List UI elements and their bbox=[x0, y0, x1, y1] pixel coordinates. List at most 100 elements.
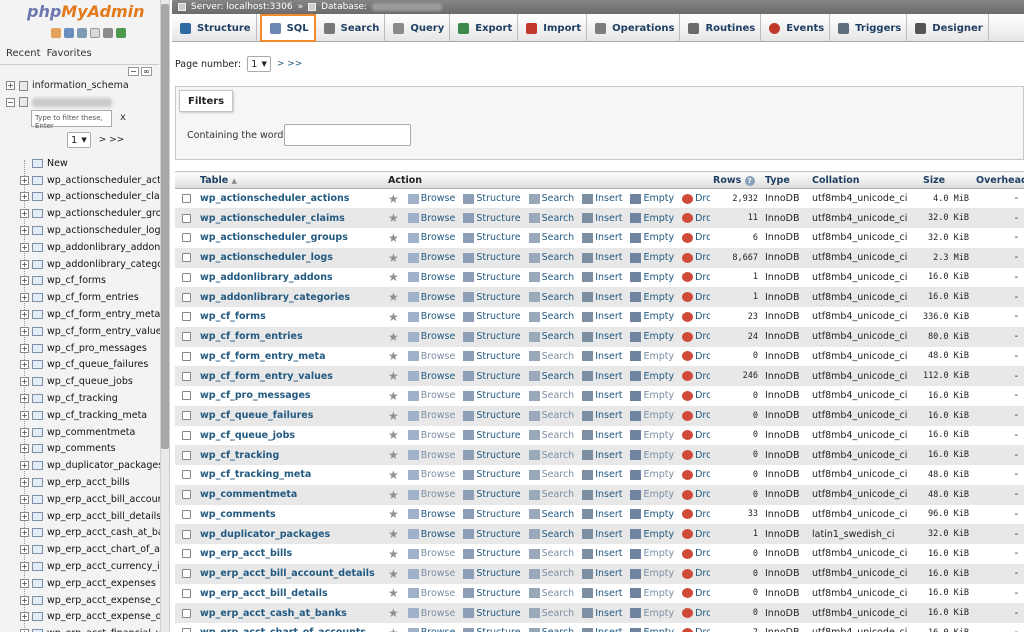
action-insert[interactable]: Insert bbox=[582, 410, 622, 421]
action-drop[interactable]: Drop bbox=[682, 331, 710, 342]
action-insert[interactable]: Insert bbox=[582, 252, 622, 263]
action-empty[interactable]: Empty bbox=[630, 213, 674, 224]
reload-icon[interactable] bbox=[116, 28, 126, 38]
action-empty[interactable]: Empty bbox=[630, 509, 674, 520]
action-search[interactable]: Search bbox=[528, 450, 574, 461]
expand-icon[interactable]: + bbox=[20, 310, 29, 320]
table-name-link[interactable]: wp_addonlibrary_addons bbox=[200, 272, 333, 283]
action-insert[interactable]: Insert bbox=[582, 292, 622, 303]
tab-operations[interactable]: Operations bbox=[587, 14, 681, 42]
action-search[interactable]: Search bbox=[528, 311, 574, 322]
table-name-link[interactable]: wp_cf_pro_messages bbox=[200, 390, 311, 401]
action-search[interactable]: Search bbox=[528, 627, 574, 632]
action-empty[interactable]: Empty bbox=[630, 529, 674, 540]
action-insert[interactable]: Insert bbox=[582, 489, 622, 500]
action-drop[interactable]: Drop bbox=[682, 568, 710, 579]
action-insert[interactable]: Insert bbox=[582, 390, 622, 401]
tree-item-label[interactable]: wp_erp_acct_currency_info bbox=[47, 561, 160, 572]
action-empty[interactable]: Empty bbox=[630, 351, 674, 362]
tree-item-table[interactable]: + wp_addonlibrary_categories bbox=[0, 256, 160, 273]
favorite-star-icon[interactable]: ★ bbox=[388, 291, 399, 303]
action-drop[interactable]: Drop bbox=[682, 390, 710, 401]
action-empty[interactable]: Empty bbox=[630, 193, 674, 204]
row-checkbox[interactable] bbox=[182, 253, 191, 263]
row-checkbox[interactable] bbox=[182, 549, 191, 559]
action-insert[interactable]: Insert bbox=[582, 529, 622, 540]
table-name-link[interactable]: wp_erp_acct_chart_of_accounts bbox=[200, 627, 366, 632]
home-icon[interactable] bbox=[51, 28, 61, 38]
tree-db-information-schema[interactable]: + information_schema bbox=[6, 80, 129, 91]
expand-icon[interactable]: + bbox=[20, 226, 29, 236]
expand-icon[interactable]: + bbox=[20, 612, 29, 622]
action-search[interactable]: Search bbox=[528, 509, 574, 520]
tree-item-table[interactable]: + wp_erp_acct_currency_info bbox=[0, 558, 160, 575]
collapse-icon[interactable]: − bbox=[6, 97, 15, 107]
favorite-star-icon[interactable]: ★ bbox=[388, 390, 399, 402]
action-structure[interactable]: Structure bbox=[463, 292, 521, 303]
table-name-link[interactable]: wp_cf_form_entry_values bbox=[200, 371, 333, 382]
table-name-link[interactable]: wp_actionscheduler_claims bbox=[200, 213, 345, 224]
tree-item-label[interactable]: wp_erp_acct_bills bbox=[47, 477, 130, 488]
action-structure[interactable]: Structure bbox=[463, 193, 521, 204]
favorite-star-icon[interactable]: ★ bbox=[388, 311, 399, 323]
breadcrumb-database[interactable]: Database: bbox=[321, 2, 367, 12]
action-browse[interactable]: Browse bbox=[407, 430, 455, 441]
db-name[interactable]: information_schema bbox=[32, 80, 129, 91]
expand-icon[interactable]: + bbox=[20, 427, 29, 437]
action-empty[interactable]: Empty bbox=[630, 292, 674, 303]
expand-icon[interactable]: + bbox=[20, 578, 29, 588]
tab-import[interactable]: Import bbox=[518, 14, 588, 42]
tree-item-table[interactable]: + wp_commentmeta bbox=[0, 424, 160, 441]
tree-item-label[interactable]: wp_erp_acct_chart_of_acc bbox=[47, 544, 160, 555]
table-name-link[interactable]: wp_cf_queue_failures bbox=[200, 410, 313, 421]
tree-item-label[interactable]: wp_addonlibrary_categories bbox=[47, 259, 160, 270]
tree-item-table[interactable]: + wp_duplicator_packages bbox=[0, 457, 160, 474]
expand-icon[interactable]: + bbox=[20, 511, 29, 521]
tree-item-label[interactable]: wp_commentmeta bbox=[47, 427, 135, 438]
action-search[interactable]: Search bbox=[528, 430, 574, 441]
action-browse[interactable]: Browse bbox=[407, 311, 455, 322]
tree-item-label[interactable]: wp_cf_pro_messages bbox=[47, 343, 147, 354]
action-insert[interactable]: Insert bbox=[582, 331, 622, 342]
expand-icon[interactable]: + bbox=[20, 209, 29, 219]
action-empty[interactable]: Empty bbox=[630, 608, 674, 619]
action-insert[interactable]: Insert bbox=[582, 548, 622, 559]
tree-item-label[interactable]: wp_duplicator_packages bbox=[47, 460, 160, 471]
expand-icon[interactable]: + bbox=[20, 410, 29, 420]
action-search[interactable]: Search bbox=[528, 489, 574, 500]
action-structure[interactable]: Structure bbox=[463, 450, 521, 461]
action-empty[interactable]: Empty bbox=[630, 627, 674, 632]
tree-item-table[interactable]: + wp_erp_acct_chart_of_acc bbox=[0, 541, 160, 558]
action-drop[interactable]: Drop bbox=[682, 232, 710, 243]
action-insert[interactable]: Insert bbox=[582, 469, 622, 480]
row-checkbox[interactable] bbox=[182, 588, 191, 598]
action-search[interactable]: Search bbox=[528, 390, 574, 401]
expand-icon[interactable]: + bbox=[20, 528, 29, 538]
action-search[interactable]: Search bbox=[528, 292, 574, 303]
tab-events[interactable]: Events bbox=[761, 14, 831, 42]
action-structure[interactable]: Structure bbox=[463, 390, 521, 401]
action-structure[interactable]: Structure bbox=[463, 311, 521, 322]
header-size[interactable]: Size bbox=[920, 171, 973, 189]
tab-recent[interactable]: Recent bbox=[6, 48, 41, 59]
action-search[interactable]: Search bbox=[528, 232, 574, 243]
containing-word-input[interactable] bbox=[284, 124, 411, 146]
favorite-star-icon[interactable]: ★ bbox=[388, 489, 399, 501]
action-insert[interactable]: Insert bbox=[582, 588, 622, 599]
tree-item-table[interactable]: + wp_cf_form_entries bbox=[0, 289, 160, 306]
favorite-star-icon[interactable]: ★ bbox=[388, 508, 399, 520]
tree-item-table[interactable]: +wp_erp_acct_financial_yea bbox=[0, 625, 160, 632]
nav-next-link[interactable]: > >> bbox=[99, 135, 124, 145]
action-drop[interactable]: Drop bbox=[682, 450, 710, 461]
tree-item-table[interactable]: + wp_cf_tracking_meta bbox=[0, 407, 160, 424]
row-checkbox[interactable] bbox=[182, 391, 191, 401]
action-structure[interactable]: Structure bbox=[463, 331, 521, 342]
action-structure[interactable]: Structure bbox=[463, 608, 521, 619]
action-drop[interactable]: Drop bbox=[682, 627, 710, 632]
action-browse[interactable]: Browse bbox=[407, 588, 455, 599]
collapse-all-icon[interactable]: − bbox=[128, 67, 139, 76]
tree-item-label[interactable]: wp_addonlibrary_addons bbox=[47, 242, 160, 253]
expand-icon[interactable]: + bbox=[20, 192, 29, 202]
action-structure[interactable]: Structure bbox=[463, 627, 521, 632]
action-empty[interactable]: Empty bbox=[630, 311, 674, 322]
